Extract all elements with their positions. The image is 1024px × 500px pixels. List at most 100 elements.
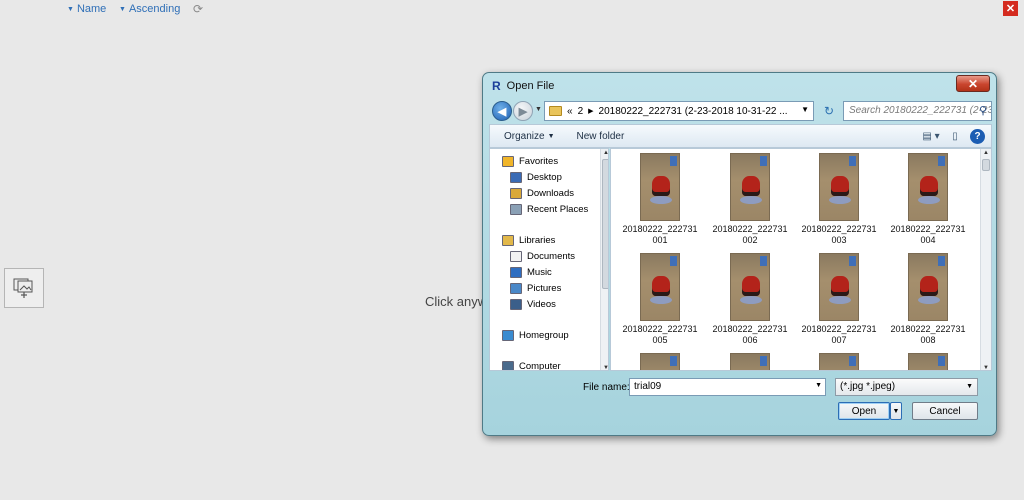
thumbnail-detail <box>831 176 849 196</box>
file-item-partial[interactable] <box>707 353 793 370</box>
thumbnail-detail <box>670 256 677 266</box>
file-name-input[interactable]: trial09 ▼ <box>629 378 826 396</box>
file-item-partial[interactable] <box>885 353 971 370</box>
nav-item-libraries[interactable]: Libraries <box>502 232 555 248</box>
breadcrumb-segment-2[interactable]: 2 <box>578 106 584 117</box>
nav-item-label: Favorites <box>519 155 559 167</box>
help-icon[interactable]: ? <box>970 128 985 144</box>
libraries-icon <box>502 234 514 246</box>
thumbnail-detail <box>760 156 767 166</box>
scroll-down-icon[interactable]: ▼ <box>982 365 990 370</box>
file-item[interactable]: 20180222_222731 005 <box>617 253 703 346</box>
chevron-right-icon: ▶ <box>588 108 594 115</box>
navigation-pane: Favorites Desktop Downloads Recent Places Li… <box>489 148 609 371</box>
forward-button[interactable]: ▶ <box>513 101 533 121</box>
file-item[interactable]: 20180222_222731 001 <box>617 153 703 246</box>
nav-scroll-thumb[interactable] <box>602 159 608 289</box>
scroll-down-icon[interactable]: ▼ <box>602 365 608 370</box>
image-thumbnail <box>819 153 859 221</box>
nav-scrollbar[interactable]: ▲ ▼ <box>600 149 608 370</box>
open-file-dialog: R Open File ✕ ◀ ▶ ▼ « 2 ▶ 20180222_22273… <box>482 72 997 436</box>
nav-item-desktop[interactable]: Desktop <box>510 169 562 185</box>
cancel-button[interactable]: Cancel <box>912 402 978 420</box>
sort-order-label: Ascending <box>128 3 181 15</box>
downloads-icon <box>510 187 522 199</box>
image-thumbnail <box>819 253 859 321</box>
file-item[interactable]: 20180222_222731 004 <box>885 153 971 246</box>
chevron-down-icon[interactable]: ▼ <box>815 382 822 389</box>
preview-pane-icon[interactable]: ▯ <box>946 128 964 144</box>
organize-button[interactable]: Organize ▼ <box>504 131 555 142</box>
sort-field-dropdown[interactable]: ▼ Name <box>67 3 106 15</box>
file-item-partial[interactable] <box>617 353 703 370</box>
add-photos-button[interactable] <box>4 268 44 308</box>
file-name-line2: 003 <box>831 235 847 245</box>
refresh-button[interactable]: ↻ <box>819 101 839 121</box>
recent-locations-dropdown[interactable]: ▼ <box>535 106 542 113</box>
file-item[interactable]: 20180222_222731 008 <box>885 253 971 346</box>
nav-item-label: Homegroup <box>519 329 569 341</box>
file-list-pane: 20180222_222731 001 20180222_222731 002 2018… <box>610 148 992 371</box>
nav-item-recent-places[interactable]: Recent Places <box>510 201 588 217</box>
file-item[interactable]: 20180222_222731 002 <box>707 153 793 246</box>
new-folder-label: New folder <box>576 130 625 142</box>
caret-down-icon: ▼ <box>119 5 126 13</box>
search-input[interactable]: Search 20180222_222731 (2-23-... ⚲ <box>843 101 992 121</box>
file-name-line2: 005 <box>652 335 668 345</box>
app-logo-icon: R <box>492 79 501 93</box>
thumbnail-detail <box>918 296 940 304</box>
file-item-partial[interactable] <box>796 353 882 370</box>
image-thumbnail <box>730 153 770 221</box>
file-item[interactable]: 20180222_222731 007 <box>796 253 882 346</box>
scroll-up-icon[interactable]: ▲ <box>982 150 990 156</box>
new-folder-button[interactable]: New folder <box>577 131 625 142</box>
thumbnail-detail <box>938 156 945 166</box>
file-item[interactable]: 20180222_222731 003 <box>796 153 882 246</box>
nav-item-downloads[interactable]: Downloads <box>510 185 574 201</box>
nav-item-music[interactable]: Music <box>510 264 552 280</box>
address-bar[interactable]: « 2 ▶ 20180222_222731 (2-23-2018 10-31-2… <box>544 101 814 121</box>
thumbnail-detail <box>650 296 672 304</box>
file-name-label: 20180222_222731 002 <box>707 224 793 246</box>
app-close-button[interactable]: ✕ <box>1003 1 1018 16</box>
file-name-line2: 006 <box>742 335 758 345</box>
nav-item-label: Downloads <box>527 187 574 199</box>
nav-item-computer[interactable]: Computer <box>502 358 561 370</box>
file-item[interactable]: 20180222_222731 006 <box>707 253 793 346</box>
dialog-toolbar: Organize ▼ New folder ▤ ▾ ▯ ? <box>489 124 992 148</box>
nav-item-homegroup[interactable]: Homegroup <box>502 327 569 343</box>
address-dropdown-icon[interactable]: ▼ <box>801 105 809 114</box>
nav-item-label: Videos <box>527 298 556 310</box>
thumbnail-detail <box>760 256 767 266</box>
thumbnail-detail <box>760 356 767 366</box>
file-name-label: 20180222_222731 006 <box>707 324 793 346</box>
file-name-label: 20180222_222731 004 <box>885 224 971 246</box>
thumbnail-detail <box>652 276 670 296</box>
file-scroll-thumb[interactable] <box>982 159 990 171</box>
image-thumbnail <box>640 153 680 221</box>
scroll-up-icon[interactable]: ▲ <box>602 150 608 156</box>
nav-item-favorites[interactable]: Favorites <box>502 153 558 169</box>
folder-icon <box>549 106 562 116</box>
refresh-icon[interactable]: ⟳ <box>193 2 203 16</box>
open-options-dropdown[interactable]: ▼ <box>890 402 902 420</box>
back-button[interactable]: ◀ <box>492 101 512 121</box>
dialog-close-button[interactable]: ✕ <box>956 75 990 92</box>
breadcrumb-segment-current[interactable]: 20180222_222731 (2-23-2018 10-31-22 ... <box>599 106 788 117</box>
nav-item-documents[interactable]: Documents <box>510 248 575 264</box>
file-type-select[interactable]: (*.jpg *.jpeg) ▼ <box>835 378 978 396</box>
search-icon[interactable]: ⚲ <box>979 104 987 117</box>
image-thumbnail <box>730 353 770 370</box>
breadcrumb-chevrons[interactable]: « <box>567 106 573 117</box>
thumbnail-detail <box>938 256 945 266</box>
videos-icon <box>510 298 522 310</box>
nav-item-pictures[interactable]: Pictures <box>510 280 561 296</box>
thumbnail-detail <box>670 156 677 166</box>
file-scrollbar[interactable]: ▲ ▼ <box>980 149 991 370</box>
change-view-icon[interactable]: ▤ ▾ <box>922 128 940 144</box>
sort-order-dropdown[interactable]: ▼ Ascending <box>119 3 180 15</box>
image-thumbnail <box>908 153 948 221</box>
nav-item-label: Music <box>527 266 552 278</box>
nav-item-videos[interactable]: Videos <box>510 296 556 312</box>
open-button[interactable]: Open <box>838 402 890 420</box>
